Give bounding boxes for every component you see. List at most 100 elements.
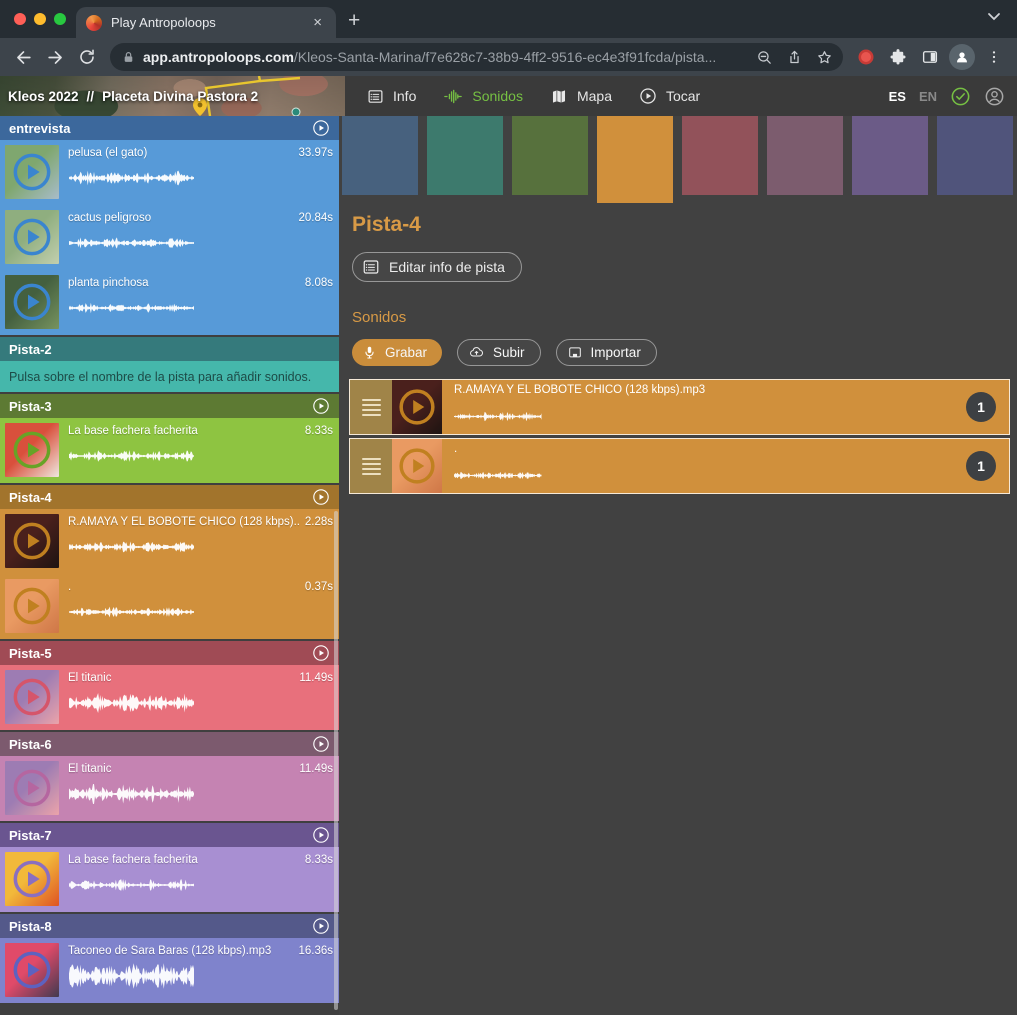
sound-thumbnail[interactable] <box>5 423 59 477</box>
sound-row[interactable]: R.AMAYA Y EL BOBOTE CHICO (128 kbps).mp3… <box>349 379 1010 435</box>
sound-waveform[interactable] <box>69 961 194 991</box>
track-header[interactable]: entrevista <box>0 116 339 140</box>
track-name[interactable]: Pista-8 <box>9 919 52 934</box>
track-name[interactable]: Pista-5 <box>9 646 52 661</box>
extensions-puzzle-icon[interactable] <box>883 42 913 72</box>
track-name[interactable]: Pista-3 <box>9 399 52 414</box>
sidebar-sound-row[interactable]: pelusa (el gato)33.97s <box>0 140 339 205</box>
side-panel-icon[interactable] <box>915 42 945 72</box>
edit-track-info-button[interactable]: Editar info de pista <box>352 252 522 282</box>
new-tab-button[interactable]: + <box>348 9 360 33</box>
track-play-icon[interactable] <box>312 826 330 844</box>
sidebar-sound-row[interactable]: cactus peligroso20.84s <box>0 205 339 270</box>
track-header[interactable]: Pista-6 <box>0 732 339 756</box>
nav-info[interactable]: Info <box>367 88 416 105</box>
track-play-icon[interactable] <box>312 917 330 935</box>
sound-waveform[interactable] <box>69 779 194 809</box>
track-play-icon[interactable] <box>312 488 330 506</box>
track-header[interactable]: Pista-2 <box>0 337 339 361</box>
sound-thumbnail[interactable] <box>392 380 442 434</box>
sidebar-sound-row[interactable]: R.AMAYA Y EL BOBOTE CHICO (128 kbps)....… <box>0 509 339 574</box>
sound-thumbnail[interactable] <box>392 439 442 493</box>
sound-waveform[interactable] <box>69 688 194 718</box>
nav-sonidos[interactable]: Sonidos <box>443 88 523 105</box>
nav-tocar[interactable]: Tocar <box>639 87 700 105</box>
sound-thumbnail[interactable] <box>5 579 59 633</box>
bookmark-star-icon[interactable] <box>809 42 839 72</box>
sound-waveform[interactable] <box>454 406 542 427</box>
sound-thumbnail[interactable] <box>5 145 59 199</box>
macos-window-controls[interactable] <box>14 13 66 25</box>
sidebar-sound-row[interactable]: El titanic11.49s <box>0 756 339 821</box>
drag-handle-icon[interactable] <box>350 439 392 493</box>
sound-thumbnail[interactable] <box>5 514 59 568</box>
sidebar-sound-row[interactable]: planta pinchosa8.08s <box>0 270 339 335</box>
track-header[interactable]: Pista-7 <box>0 823 339 847</box>
sound-thumbnail[interactable] <box>5 275 59 329</box>
profile-avatar[interactable] <box>947 42 977 72</box>
track-name[interactable]: entrevista <box>9 121 70 136</box>
record-extension-icon[interactable] <box>851 42 881 72</box>
sound-thumbnail[interactable] <box>5 943 59 997</box>
drag-handle-icon[interactable] <box>350 380 392 434</box>
track-play-icon[interactable] <box>312 397 330 415</box>
browser-menu-icon[interactable] <box>979 42 1009 72</box>
track-name[interactable]: Pista-4 <box>9 490 52 505</box>
close-window-button[interactable] <box>14 13 26 25</box>
track-swatch-7[interactable] <box>852 116 928 195</box>
forward-icon[interactable] <box>40 42 70 72</box>
track-swatch-6[interactable] <box>767 116 843 195</box>
track-swatch-3[interactable] <box>512 116 588 195</box>
minimize-window-button[interactable] <box>34 13 46 25</box>
account-icon[interactable] <box>984 86 1005 107</box>
lang-es-button[interactable]: ES <box>889 89 906 104</box>
sound-thumbnail[interactable] <box>5 852 59 906</box>
share-icon[interactable] <box>779 42 809 72</box>
reload-icon[interactable] <box>72 42 102 72</box>
breadcrumb-project[interactable]: Kleos 2022 <box>8 89 79 104</box>
track-swatch-5[interactable] <box>682 116 758 195</box>
sound-waveform[interactable] <box>69 870 194 900</box>
sidebar-sound-row[interactable]: La base fachera facherita8.33s <box>0 847 339 912</box>
sound-thumbnail[interactable] <box>5 761 59 815</box>
track-name[interactable]: Pista-7 <box>9 828 52 843</box>
sidebar-sound-row[interactable]: El titanic11.49s <box>0 665 339 730</box>
sidebar-sound-row[interactable]: La base fachera facherita8.33s <box>0 418 339 483</box>
sound-thumbnail[interactable] <box>5 210 59 264</box>
tab-close-icon[interactable]: × <box>309 14 326 31</box>
track-play-icon[interactable] <box>312 644 330 662</box>
nav-mapa[interactable]: Mapa <box>550 88 612 105</box>
sound-waveform[interactable] <box>69 228 194 258</box>
track-play-icon[interactable] <box>312 119 330 137</box>
track-header[interactable]: Pista-8 <box>0 914 339 938</box>
sound-waveform[interactable] <box>454 465 542 486</box>
browser-tab[interactable]: Play Antropoloops × <box>76 7 336 38</box>
track-header[interactable]: Pista-3 <box>0 394 339 418</box>
track-swatch-4[interactable] <box>597 116 673 203</box>
lang-en-button[interactable]: EN <box>919 89 937 104</box>
breadcrumb-place[interactable]: Placeta Divina Pastora 2 <box>102 89 258 104</box>
sound-waveform[interactable] <box>69 532 194 562</box>
tab-search-chevron-icon[interactable] <box>987 12 1001 21</box>
track-play-icon[interactable] <box>312 735 330 753</box>
sound-waveform[interactable] <box>69 441 194 471</box>
track-swatch-2[interactable] <box>427 116 503 195</box>
url-bar[interactable]: app.antropoloops.com/Kleos-Santa-Marina/… <box>110 43 843 71</box>
zoom-window-button[interactable] <box>54 13 66 25</box>
track-header[interactable]: Pista-5 <box>0 641 339 665</box>
sound-thumbnail[interactable] <box>5 670 59 724</box>
record-button[interactable]: Grabar <box>352 339 442 366</box>
sound-waveform[interactable] <box>69 293 194 323</box>
import-button[interactable]: Importar <box>556 339 657 366</box>
track-swatch-8[interactable] <box>937 116 1013 195</box>
track-header[interactable]: Pista-4 <box>0 485 339 509</box>
sound-waveform[interactable] <box>69 597 194 627</box>
track-swatch-1[interactable] <box>342 116 418 195</box>
sound-row[interactable]: . 1 <box>349 438 1010 494</box>
sidebar-sound-row[interactable]: .0.37s <box>0 574 339 639</box>
back-icon[interactable] <box>8 42 38 72</box>
track-name[interactable]: Pista-2 <box>9 342 52 357</box>
zoom-out-icon[interactable] <box>749 42 779 72</box>
track-name[interactable]: Pista-6 <box>9 737 52 752</box>
project-breadcrumb[interactable]: Kleos 2022 // Placeta Divina Pastora 2 <box>0 76 345 116</box>
